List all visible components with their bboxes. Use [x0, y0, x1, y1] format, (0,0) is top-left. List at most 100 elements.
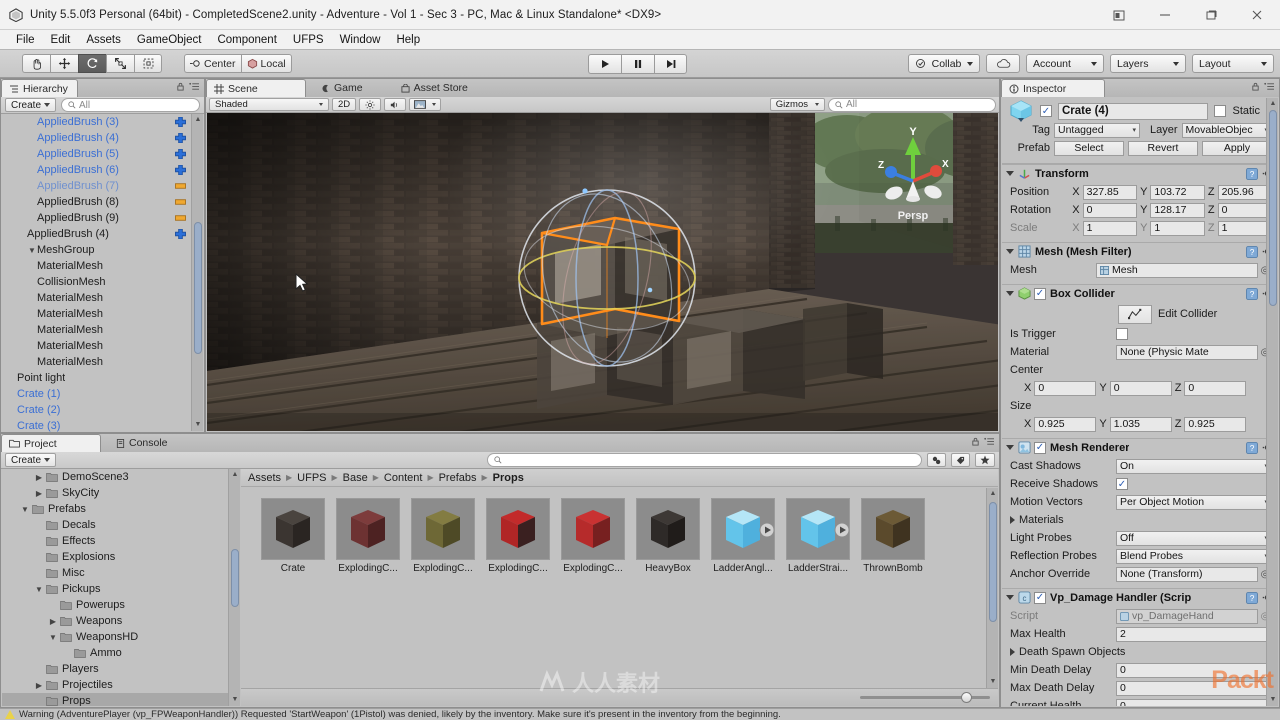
help-icon[interactable]: ? — [1246, 245, 1258, 258]
hierarchy-item[interactable]: Crate (2) — [1, 402, 204, 418]
transform-y-input[interactable]: 103.72 — [1150, 184, 1205, 200]
asset-grid-scroll-thumb[interactable] — [989, 502, 997, 622]
prefab-revert-button[interactable]: Revert — [1128, 140, 1198, 156]
hierarchy-item[interactable]: MaterialMesh — [1, 354, 204, 370]
asset-thumbnail[interactable] — [636, 498, 700, 560]
maximize-button[interactable] — [1188, 0, 1234, 30]
layers-button[interactable]: Layers — [1110, 54, 1186, 73]
hierarchy-item[interactable]: CollisionMesh — [1, 274, 204, 290]
transform-x-input[interactable]: 0 — [1082, 202, 1138, 218]
toggle-2d-button[interactable]: 2D — [332, 98, 357, 111]
transform-y-input[interactable]: 128.17 — [1150, 202, 1205, 218]
hierarchy-item[interactable]: AppliedBrush (5) — [1, 146, 204, 162]
is-trigger-checkbox[interactable] — [1116, 328, 1128, 340]
tab-scene[interactable]: Scene — [206, 79, 306, 97]
damagehandler-component-header[interactable]: c ✓ Vp_Damage Handler (Scrip ? — [1002, 588, 1278, 606]
project-tree-scrollbar[interactable]: ▲ ▼ — [228, 469, 240, 706]
prefab-apply-button[interactable]: Apply — [1202, 140, 1272, 156]
transform-z-input[interactable]: 1 — [1217, 220, 1273, 236]
scroll-up-arrow-icon[interactable]: ▲ — [989, 490, 997, 498]
asset-thumbnail[interactable] — [261, 498, 325, 560]
transform-component-header[interactable]: Transform ? — [1002, 164, 1278, 182]
menu-edit[interactable]: Edit — [43, 32, 79, 48]
hierarchy-item[interactable]: MaterialMesh — [1, 306, 204, 322]
rotate-tool-button[interactable] — [78, 54, 106, 73]
collab-button[interactable]: Collab — [908, 54, 980, 73]
asset-item[interactable]: ExplodingC... — [336, 498, 400, 574]
hand-tool-button[interactable] — [22, 54, 50, 73]
move-tool-button[interactable] — [50, 54, 78, 73]
hierarchy-item[interactable]: Point light — [1, 370, 204, 386]
project-tree-item[interactable]: Powerups — [2, 597, 240, 613]
panel-menu-icon[interactable] — [1264, 82, 1275, 91]
hierarchy-scroll-thumb[interactable] — [194, 222, 202, 354]
hierarchy-search-input[interactable]: All — [61, 98, 200, 112]
tab-hierarchy[interactable]: Hierarchy — [1, 79, 78, 97]
panel-menu-icon[interactable] — [189, 82, 200, 91]
label-filter-button[interactable] — [951, 453, 971, 467]
asset-grid-scrollbar[interactable]: ▲ ▼ — [986, 488, 998, 688]
project-tree-item[interactable]: ▼ Prefabs — [2, 501, 240, 517]
current-health-input[interactable]: 0 — [1116, 698, 1272, 706]
asset-thumbnail[interactable] — [786, 498, 850, 560]
size-z-input[interactable]: 0.925 — [1184, 416, 1247, 432]
menu-assets[interactable]: Assets — [78, 32, 129, 48]
prefab-select-button[interactable]: Select — [1054, 140, 1124, 156]
receive-shadows-checkbox[interactable]: ✓ — [1116, 478, 1128, 490]
tab-console[interactable]: Console — [109, 434, 177, 452]
cast-shadows-dropdown[interactable]: On ▾ — [1116, 458, 1272, 474]
scroll-up-arrow-icon[interactable]: ▲ — [1269, 100, 1277, 108]
menu-window[interactable]: Window — [332, 32, 389, 48]
scroll-down-arrow-icon[interactable]: ▼ — [231, 696, 239, 704]
foldout-open-icon[interactable] — [1006, 291, 1014, 296]
pivot-rotation-button[interactable]: Local — [240, 54, 292, 73]
rect-tool-button[interactable] — [134, 54, 162, 73]
help-icon[interactable]: ? — [1246, 441, 1258, 454]
menu-component[interactable]: Component — [209, 32, 284, 48]
foldout-closed-icon[interactable] — [1010, 648, 1015, 656]
project-create-button[interactable]: Create — [5, 453, 57, 467]
edit-collider-button[interactable] — [1118, 304, 1152, 324]
lock-icon[interactable] — [176, 82, 185, 91]
project-folder-tree[interactable]: ▶ DemoScene3 ▶ SkyCity ▼ Prefabs Decals Effects… — [2, 469, 240, 706]
project-tree-scroll-thumb[interactable] — [231, 549, 239, 607]
project-tree-item[interactable]: Decals — [2, 517, 240, 533]
project-tree-item[interactable]: Ammo — [2, 645, 240, 661]
cloud-button[interactable] — [986, 54, 1020, 73]
gameobject-enabled-checkbox[interactable]: ✓ — [1040, 105, 1052, 117]
inspector-scrollbar[interactable]: ▲ ▼ — [1266, 98, 1278, 706]
hierarchy-item[interactable]: AppliedBrush (7) — [1, 178, 204, 194]
step-button[interactable] — [654, 53, 687, 74]
help-icon[interactable]: ? — [1246, 591, 1258, 604]
size-y-input[interactable]: 1.035 — [1109, 416, 1172, 432]
transform-z-input[interactable]: 205.96 — [1217, 184, 1273, 200]
hierarchy-item[interactable]: AppliedBrush (4) — [1, 226, 204, 242]
hierarchy-item[interactable]: AppliedBrush (8) — [1, 194, 204, 210]
asset-item[interactable]: ExplodingC... — [411, 498, 475, 574]
min-death-delay-input[interactable]: 0 — [1116, 662, 1272, 678]
foldout-closed-icon[interactable] — [1010, 516, 1015, 524]
scene-lighting-button[interactable] — [359, 98, 382, 111]
help-icon[interactable]: ? — [1246, 167, 1258, 180]
scene-axis-gizmo[interactable]: Y X Z Persp — [870, 119, 956, 229]
tab-inspector[interactable]: Inspector — [1001, 79, 1105, 97]
foldout-open-icon[interactable] — [1006, 595, 1014, 600]
hierarchy-item[interactable]: MaterialMesh — [1, 338, 204, 354]
status-bar[interactable]: Warning (AdventurePlayer (vp_FPWeaponHan… — [0, 708, 1280, 720]
asset-thumbnail[interactable] — [411, 498, 475, 560]
type-filter-button[interactable] — [927, 453, 947, 467]
tab-asset-store[interactable]: Asset Store — [394, 79, 477, 97]
project-tree-item[interactable]: ▼ Pickups — [2, 581, 240, 597]
favorite-filter-button[interactable] — [975, 453, 996, 467]
menu-help[interactable]: Help — [388, 32, 428, 48]
asset-item[interactable]: HeavyBox — [636, 498, 700, 574]
tab-project[interactable]: Project — [1, 434, 101, 452]
hierarchy-create-button[interactable]: Create — [5, 98, 57, 112]
restore-app-icon[interactable] — [1096, 0, 1142, 30]
asset-item[interactable]: LadderStrai... — [786, 498, 850, 574]
foldout-open-icon[interactable] — [1006, 249, 1014, 254]
project-tree-item[interactable]: Effects — [2, 533, 240, 549]
lock-icon[interactable] — [1251, 82, 1260, 91]
close-button[interactable] — [1234, 0, 1280, 30]
foldout-open-icon[interactable]: ▼ — [48, 633, 58, 642]
